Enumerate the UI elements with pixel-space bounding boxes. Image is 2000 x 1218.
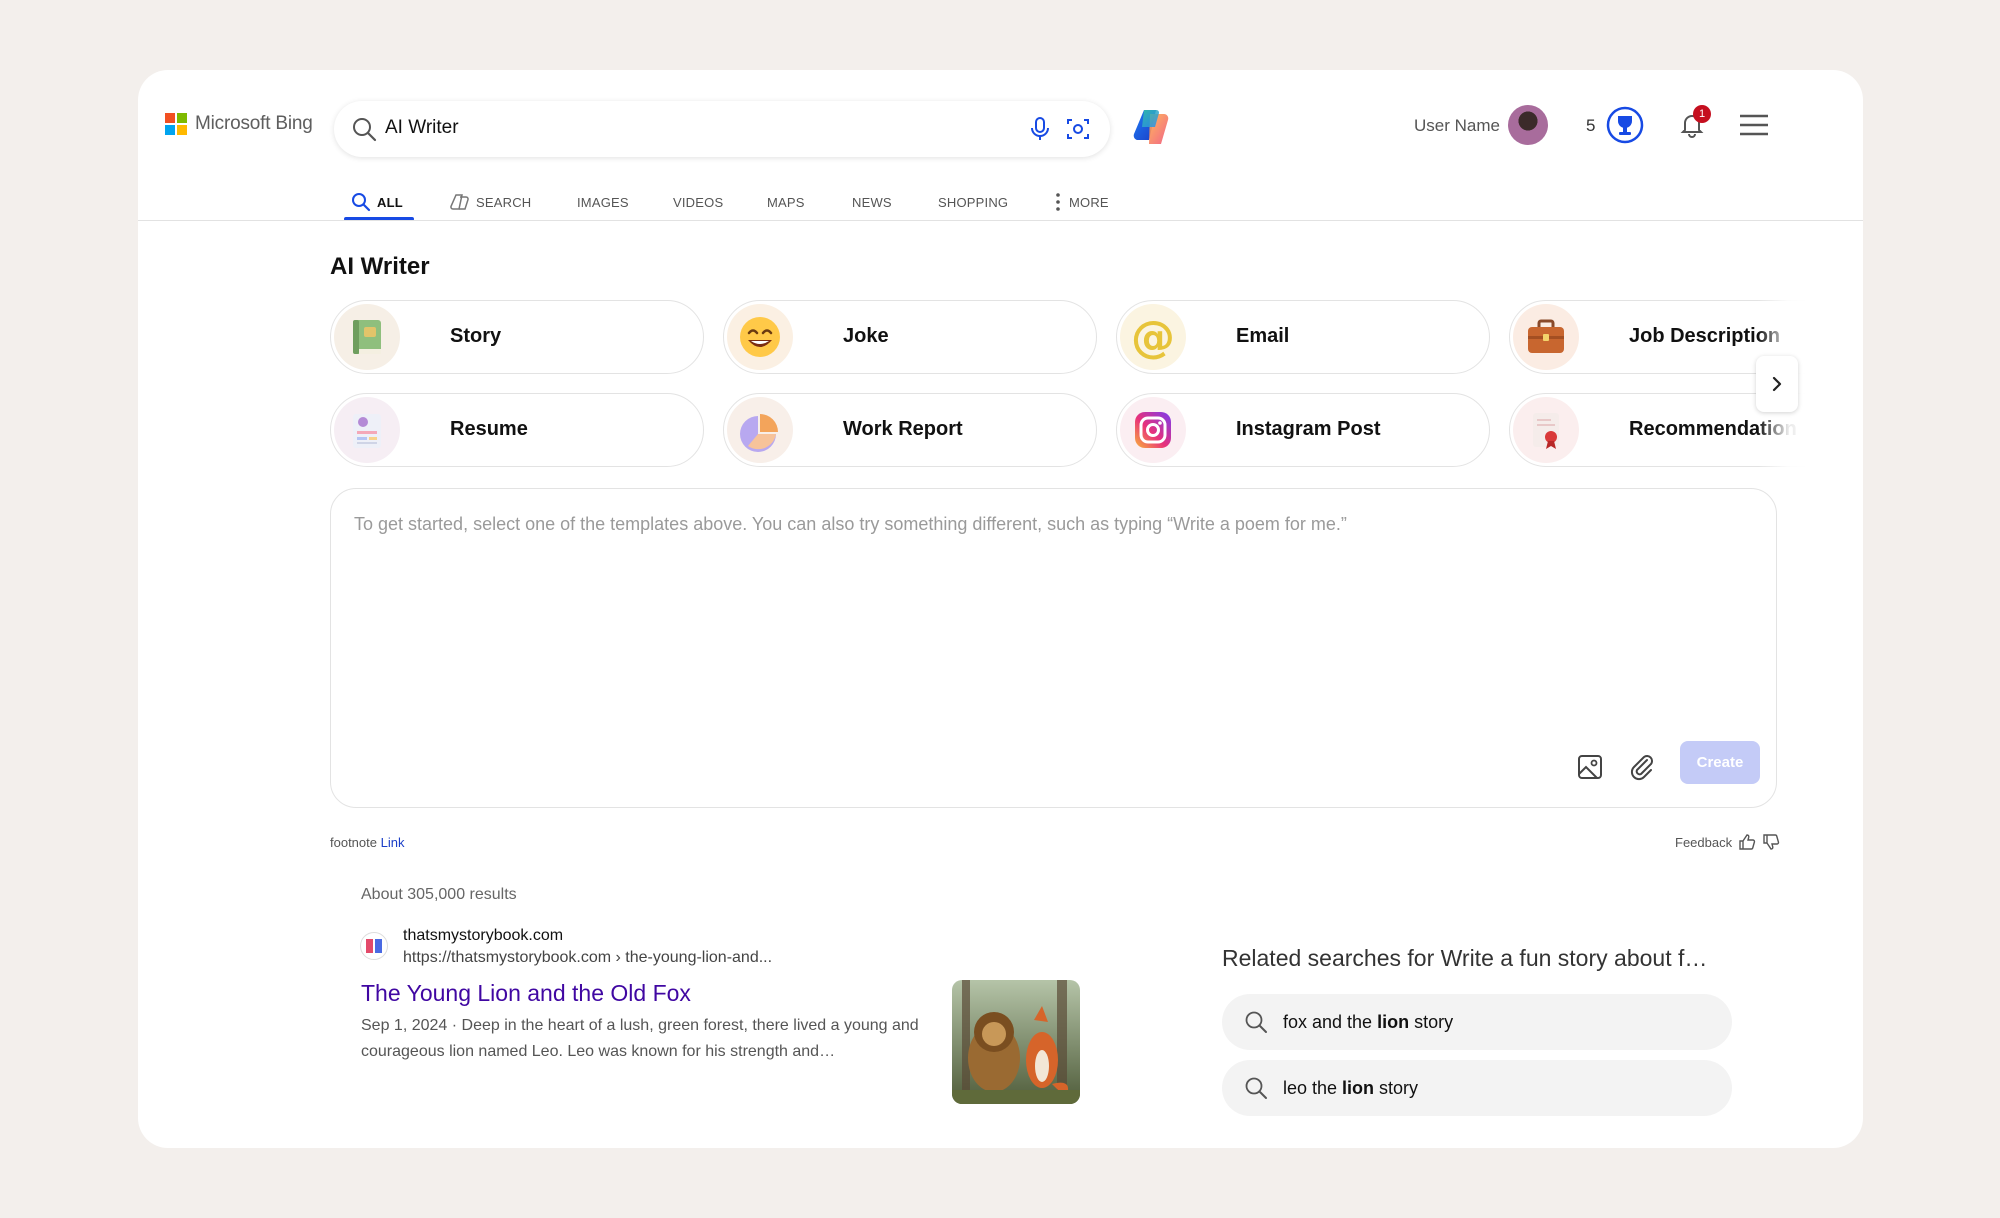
related-searches-title: Related searches for Write a fun story a… [1222, 945, 1708, 971]
copilot-icon[interactable] [1130, 104, 1176, 150]
tab-label: VIDEOS [673, 194, 724, 210]
tab-news[interactable]: NEWS [852, 182, 892, 222]
search-input[interactable]: AI Writer [385, 117, 459, 139]
instagram-icon [1120, 397, 1186, 463]
laughing-face-icon [727, 304, 793, 370]
tab-more[interactable]: MORE [1053, 182, 1109, 222]
tab-label: NEWS [852, 194, 892, 210]
site-favicon-icon [360, 932, 388, 960]
template-label: Joke [843, 325, 889, 347]
template-resume[interactable]: Resume [330, 393, 704, 467]
feedback[interactable]: Feedback [1675, 833, 1780, 851]
results-count: About 305,000 results [361, 886, 517, 903]
template-email[interactable]: @ Email [1116, 300, 1490, 374]
tab-label: ALL [377, 194, 403, 210]
template-label: Story [450, 325, 502, 347]
thumbs-down-icon[interactable] [1762, 833, 1780, 851]
tab-videos[interactable]: VIDEOS [673, 182, 723, 222]
thumbs-up-icon[interactable] [1738, 833, 1756, 851]
tab-maps[interactable]: MAPS [767, 182, 805, 222]
template-work-report[interactable]: Work Report [723, 393, 1097, 467]
user-name[interactable]: User Name [1414, 116, 1500, 136]
template-label: Resume [450, 418, 528, 440]
nav-divider [138, 220, 1863, 221]
tab-images[interactable]: IMAGES [577, 182, 629, 222]
bing-window: Microsoft Bing AI Writer User Name 5 1 A… [138, 70, 1863, 1148]
related-search-item[interactable]: fox and the lion story [1222, 994, 1732, 1050]
tab-label: MORE [1069, 194, 1109, 210]
feedback-label: Feedback [1675, 834, 1733, 850]
resume-icon [334, 397, 400, 463]
prompt-editor[interactable]: To get started, select one of the templa… [330, 488, 1777, 808]
template-label: Email [1236, 325, 1290, 347]
book-icon [334, 304, 400, 370]
create-button[interactable]: Create [1680, 741, 1760, 784]
template-joke[interactable]: Joke [723, 300, 1097, 374]
search-icon [352, 193, 371, 212]
certificate-icon [1513, 397, 1579, 463]
related-search-text: fox and the lion story [1283, 1012, 1454, 1032]
avatar[interactable] [1508, 105, 1548, 145]
tab-search[interactable]: SEARCH [450, 182, 531, 222]
related-search-text: leo the lion story [1283, 1078, 1419, 1098]
menu-icon[interactable] [1738, 110, 1770, 140]
rewards-trophy-icon[interactable] [1605, 105, 1645, 145]
carousel-next-button[interactable] [1756, 356, 1798, 412]
result-snippet: Sep 1, 2024 · Deep in the heart of a lus… [361, 1017, 919, 1060]
more-vertical-icon [1056, 193, 1060, 211]
logo-text: Microsoft Bing [195, 113, 313, 134]
prompt-input[interactable]: To get started, select one of the templa… [354, 514, 1347, 535]
footnote-link[interactable]: Link [381, 835, 405, 850]
rewards-points[interactable]: 5 [1586, 116, 1595, 136]
footnote: footnote Link [330, 835, 404, 850]
bing-logo[interactable]: Microsoft Bing [165, 113, 313, 135]
tab-shopping[interactable]: SHOPPING [938, 182, 1008, 222]
copilot-search-icon [450, 194, 469, 210]
template-label: Work Report [843, 418, 963, 440]
result-url[interactable]: https://thatsmystorybook.com › the-young… [403, 949, 772, 967]
tab-label: SHOPPING [938, 194, 1009, 210]
template-story[interactable]: Story [330, 300, 704, 374]
tab-label: IMAGES [577, 194, 629, 210]
search-icon [1245, 1011, 1267, 1033]
image-upload-icon[interactable] [1575, 752, 1605, 782]
result-thumbnail[interactable] [952, 980, 1080, 1104]
template-label: Instagram Post [1236, 418, 1381, 440]
search-icon [1245, 1077, 1267, 1099]
tab-label: MAPS [767, 194, 805, 210]
search-icon [353, 118, 377, 142]
related-search-item[interactable]: leo the lion story [1222, 1060, 1732, 1116]
tab-all[interactable]: ALL [351, 182, 403, 222]
page-title: AI Writer [330, 253, 430, 280]
chevron-right-icon [1772, 376, 1782, 392]
microphone-icon[interactable] [1026, 115, 1054, 143]
template-instagram-post[interactable]: Instagram Post [1116, 393, 1490, 467]
briefcase-icon [1513, 304, 1579, 370]
pie-chart-icon [727, 397, 793, 463]
tab-label: SEARCH [476, 194, 532, 210]
result-title-link[interactable]: The Young Lion and the Old Fox [361, 980, 691, 1007]
result-site-name[interactable]: thatsmystorybook.com [403, 927, 563, 945]
notification-badge: 1 [1693, 105, 1711, 123]
at-sign-icon: @ [1120, 304, 1186, 370]
footnote-text: footnote [330, 835, 377, 850]
visual-search-icon[interactable] [1064, 115, 1092, 143]
microsoft-logo-icon [165, 113, 187, 135]
attach-icon[interactable] [1627, 752, 1657, 782]
search-box[interactable]: AI Writer [334, 101, 1110, 157]
